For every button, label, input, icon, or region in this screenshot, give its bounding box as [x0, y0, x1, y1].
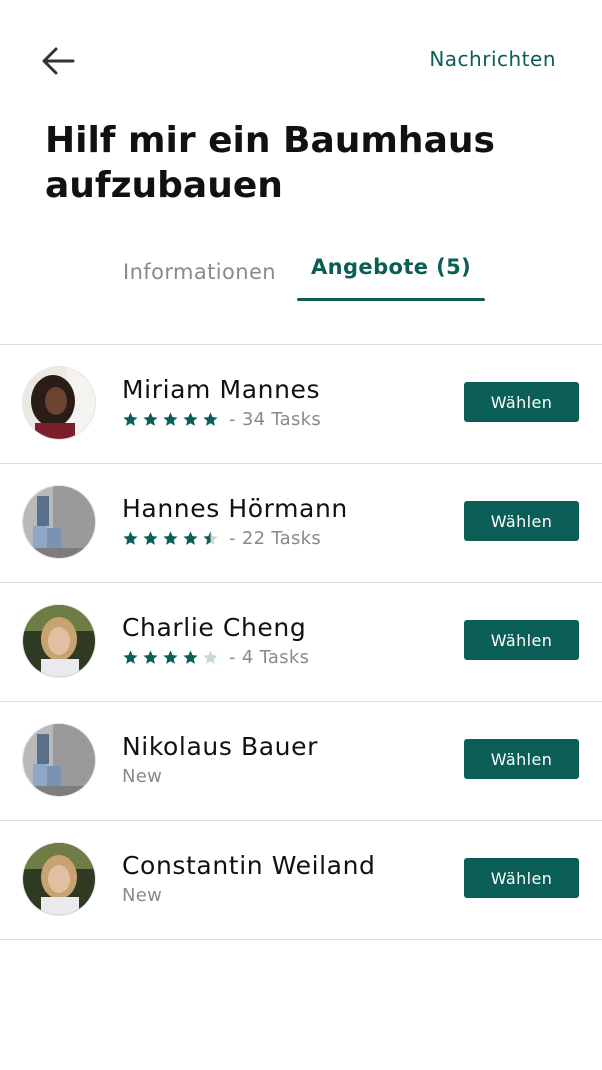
back-button[interactable] [40, 44, 80, 78]
offer-row: Nikolaus Bauer New Wählen [0, 702, 602, 821]
avatar [23, 486, 95, 558]
choose-button[interactable]: Wählen [464, 501, 579, 541]
star-icon [122, 530, 139, 547]
star-icon [182, 649, 199, 666]
offer-row: Miriam Mannes - 34 Tasks Wählen [0, 345, 602, 464]
task-count: - 4 Tasks [229, 646, 310, 668]
offer-name: Constantin Weiland [122, 851, 376, 880]
star-icon [122, 649, 139, 666]
tab-informationen[interactable]: Informationen [123, 260, 276, 284]
star-icon [202, 530, 219, 547]
page-title: Hilf mir ein Baumhaus aufzubauen [45, 120, 495, 206]
avatar [23, 724, 95, 796]
rating-stars [122, 649, 219, 666]
avatar [23, 843, 95, 915]
choose-button[interactable]: Wählen [464, 620, 579, 660]
offer-meta: New [122, 884, 162, 906]
messages-link[interactable]: Nachrichten [429, 47, 556, 71]
choose-button[interactable]: Wählen [464, 382, 579, 422]
offer-meta: - 4 Tasks [122, 646, 309, 668]
task-count: - 34 Tasks [229, 408, 322, 430]
tab-angebote[interactable]: Angebote (5) [311, 255, 471, 279]
star-icon [162, 649, 179, 666]
offers-list: Miriam Mannes - 34 Tasks Wählen Hannes Hörm… [0, 345, 602, 940]
offer-row: Hannes Hörmann - 22 Tasks Wählen [0, 464, 602, 583]
avatar [23, 605, 95, 677]
top-bar: Nachrichten [0, 0, 602, 110]
star-icon [162, 411, 179, 428]
star-icon [202, 411, 219, 428]
offer-row: Charlie Cheng - 4 Tasks Wählen [0, 583, 602, 702]
rating-stars [122, 411, 219, 428]
choose-button[interactable]: Wählen [464, 739, 579, 779]
star-icon [142, 649, 159, 666]
status-label: New [122, 884, 163, 906]
rating-stars [122, 530, 219, 547]
arrow-left-icon [42, 47, 75, 75]
offer-name: Charlie Cheng [122, 613, 307, 642]
star-icon [162, 530, 179, 547]
offer-name: Hannes Hörmann [122, 494, 348, 523]
star-icon [182, 411, 199, 428]
star-icon [122, 411, 139, 428]
offer-meta: New [122, 765, 162, 787]
status-label: New [122, 765, 163, 787]
tab-bar: Informationen Angebote (5) [0, 250, 602, 304]
star-icon [182, 530, 199, 547]
avatar [23, 367, 95, 439]
star-icon [142, 530, 159, 547]
star-icon [202, 649, 219, 666]
offer-meta: - 34 Tasks [122, 408, 321, 430]
choose-button[interactable]: Wählen [464, 858, 579, 898]
offer-meta: - 22 Tasks [122, 527, 321, 549]
star-icon [142, 411, 159, 428]
active-tab-indicator [297, 298, 485, 301]
offer-name: Miriam Mannes [122, 375, 321, 404]
offer-name: Nikolaus Bauer [122, 732, 318, 761]
offer-row: Constantin Weiland New Wählen [0, 821, 602, 940]
task-count: - 22 Tasks [229, 527, 322, 549]
